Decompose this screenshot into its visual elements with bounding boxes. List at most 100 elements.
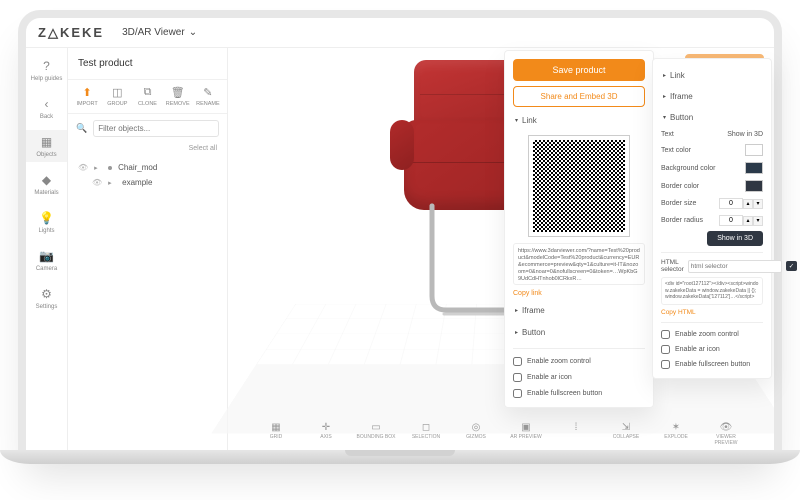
zoom-control-checkbox[interactable]: Enable zoom control xyxy=(513,356,645,367)
product-title: Test product xyxy=(68,48,227,80)
chevron-down-icon: ⌄ xyxy=(189,27,197,38)
tree-item-example[interactable]: 👁▸example xyxy=(76,175,219,190)
embed-snippet[interactable]: <div id="root127112"></div><script>windo… xyxy=(661,277,763,305)
gear-icon: ⚙ xyxy=(39,286,55,302)
rename-icon: ✎ xyxy=(203,86,212,99)
explode-icon: ✶ xyxy=(672,422,680,433)
select-all-link[interactable]: Select all xyxy=(68,143,227,156)
text-prop: TextShow in 3D xyxy=(661,130,763,139)
accordion2-button[interactable]: ▾Button xyxy=(661,109,763,126)
stepper-up[interactable]: ▴ xyxy=(743,199,753,209)
gizmos-toggle[interactable]: ◎GIZMOS xyxy=(455,422,497,446)
axis-icon: ✛ xyxy=(322,422,330,433)
border-size-prop: Border size▴▾ xyxy=(661,197,763,210)
border-color-swatch[interactable] xyxy=(745,180,763,192)
fullscreen-checkbox-2[interactable]: Enable fullscreen button xyxy=(661,359,763,370)
bg-color-swatch[interactable] xyxy=(745,162,763,174)
ar-preview-button[interactable]: ▣AR PREVIEW xyxy=(505,422,547,446)
tree-item-label: Chair_mod xyxy=(118,163,157,172)
selection-toggle[interactable]: ◻SELECTION xyxy=(405,422,447,446)
viewport-toolbar: ▦GRID ✛AXIS ▭BOUNDING BOX ◻SELECTION ◎GI… xyxy=(228,422,774,446)
separator: ⁞ xyxy=(555,422,597,446)
share-embed-panel: Save product Share and Embed 3D ▾Link ht… xyxy=(504,50,654,408)
grid-toggle[interactable]: ▦GRID xyxy=(255,422,297,446)
rail-settings[interactable]: ⚙Settings xyxy=(26,282,67,314)
border-radius-stepper[interactable]: ▴▾ xyxy=(719,215,763,226)
accordion-iframe[interactable]: ▸Iframe xyxy=(513,302,645,319)
stepper-up[interactable]: ▴ xyxy=(743,216,753,226)
rail-help[interactable]: ?Help guides xyxy=(26,54,67,86)
rail-camera[interactable]: 📷Camera xyxy=(26,244,67,276)
validate-icon[interactable]: ✓ xyxy=(786,261,797,271)
filter-row: 🔍 xyxy=(68,114,227,143)
save-product-button[interactable]: Save product xyxy=(513,59,645,81)
visibility-icon[interactable]: 👁 xyxy=(78,163,88,172)
rail-objects[interactable]: ▦Objects xyxy=(26,130,67,162)
text-value[interactable]: Show in 3D xyxy=(727,131,763,138)
viewer-dropdown[interactable]: 3D/AR Viewer ⌄ xyxy=(122,27,197,38)
laptop-notch xyxy=(345,450,455,456)
bbox-toggle[interactable]: ▭BOUNDING BOX xyxy=(355,422,397,446)
zoom-control-checkbox-2[interactable]: Enable zoom control xyxy=(661,329,763,340)
left-rail: ?Help guides ‹Back ▦Objects ◆Materials 💡… xyxy=(26,48,68,450)
viewer-preview-button[interactable]: 👁VIEWER PREVIEW xyxy=(705,422,747,446)
rename-button[interactable]: ✎RENAME xyxy=(195,86,221,107)
tree-item-chair[interactable]: 👁 ▸ Chair_mod xyxy=(76,160,219,175)
accordion-link[interactable]: ▾Link xyxy=(513,112,645,129)
mesh-icon xyxy=(108,166,112,170)
caret-right-icon: ▸ xyxy=(515,307,518,314)
collapse-button[interactable]: ⇲COLLAPSE xyxy=(605,422,647,446)
html-selector-row: HTML selector✓ xyxy=(661,259,763,273)
logo: Z△KEKE xyxy=(38,25,104,41)
object-toolbar: ⬆IMPORT ◫GROUP ⧉CLONE 🗑REMOVE ✎RENAME xyxy=(68,80,227,114)
divider xyxy=(661,322,763,323)
bbox-icon: ▭ xyxy=(371,422,380,433)
border-size-stepper[interactable]: ▴▾ xyxy=(719,198,763,209)
accordion2-link[interactable]: ▸Link xyxy=(661,67,763,84)
text-color-swatch[interactable] xyxy=(745,144,763,156)
gizmos-icon: ◎ xyxy=(472,422,481,433)
filter-input[interactable] xyxy=(93,120,219,137)
share-embed-button[interactable]: Share and Embed 3D xyxy=(513,86,645,107)
html-selector-input[interactable] xyxy=(688,260,782,273)
group-button[interactable]: ◫GROUP xyxy=(104,86,130,107)
remove-button[interactable]: 🗑REMOVE xyxy=(165,86,191,107)
explode-button[interactable]: ✶EXPLODE xyxy=(655,422,697,446)
copy-link-button[interactable]: Copy link xyxy=(513,290,645,297)
accordion2-iframe[interactable]: ▸Iframe xyxy=(661,88,763,105)
rail-lights[interactable]: 💡Lights xyxy=(26,206,67,238)
caret-right-icon: ▸ xyxy=(663,93,666,100)
back-icon: ‹ xyxy=(39,96,55,112)
border-color-prop: Border color xyxy=(661,179,763,193)
import-icon: ⬆ xyxy=(82,86,91,99)
rail-materials[interactable]: ◆Materials xyxy=(26,168,67,200)
object-tree: 👁 ▸ Chair_mod 👁▸example xyxy=(68,156,227,194)
stepper-down[interactable]: ▾ xyxy=(753,199,763,209)
accordion-button[interactable]: ▸Button xyxy=(513,324,645,341)
chair-arm-left xyxy=(390,120,414,170)
bg-color-prop: Background color xyxy=(661,161,763,175)
clone-button[interactable]: ⧉CLONE xyxy=(134,86,160,107)
topbar: Z△KEKE 3D/AR Viewer ⌄ xyxy=(26,18,774,48)
ar-icon-checkbox-2[interactable]: Enable ar icon xyxy=(661,344,763,355)
ar-icon-checkbox[interactable]: Enable ar icon xyxy=(513,372,645,383)
camera-icon: 📷 xyxy=(39,248,55,264)
selection-icon: ◻ xyxy=(422,422,430,433)
share-url-box[interactable]: https://www.3darviewer.com/?name=Test%20… xyxy=(513,243,645,285)
border-radius-prop: Border radius▴▾ xyxy=(661,214,763,227)
fullscreen-checkbox[interactable]: Enable fullscreen button xyxy=(513,388,645,399)
caret-right-icon: ▸ xyxy=(515,329,518,336)
visibility-icon[interactable]: 👁 xyxy=(92,178,102,187)
import-button[interactable]: ⬆IMPORT xyxy=(74,86,100,107)
button-preview[interactable]: Show in 3D xyxy=(707,231,763,246)
rail-back[interactable]: ‹Back xyxy=(26,92,67,124)
stepper-down[interactable]: ▾ xyxy=(753,216,763,226)
eye-icon: 👁 xyxy=(720,422,733,433)
copy-html-button[interactable]: Copy HTML xyxy=(661,309,763,316)
materials-icon: ◆ xyxy=(39,172,55,188)
objects-sidebar: Test product ⬆IMPORT ◫GROUP ⧉CLONE 🗑REMO… xyxy=(68,48,228,450)
group-icon: ◫ xyxy=(112,86,122,99)
trash-icon: 🗑 xyxy=(171,86,185,99)
axis-toggle[interactable]: ✛AXIS xyxy=(305,422,347,446)
chevron-right-icon: ▸ xyxy=(94,164,102,172)
